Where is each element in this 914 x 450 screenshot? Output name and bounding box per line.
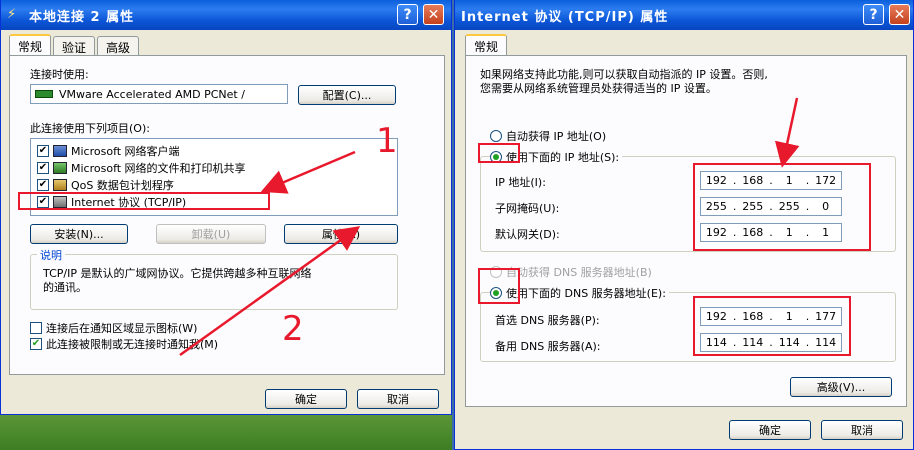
arrow-to-properties <box>179 226 361 357</box>
annotation-number-1: 1 <box>376 121 398 161</box>
arrow-to-tcpip <box>260 150 356 194</box>
arrow-to-ip-values <box>774 97 800 168</box>
annotation-number-2: 2 <box>282 309 304 349</box>
annotation-arrows: 1 2 <box>179 97 800 357</box>
